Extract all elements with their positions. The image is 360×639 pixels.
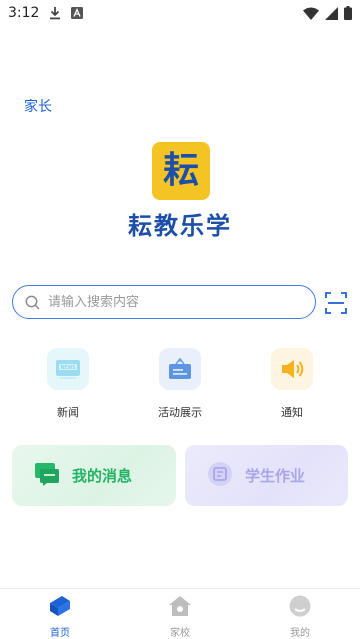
school-house-icon	[168, 595, 192, 621]
download-icon	[49, 6, 61, 20]
profile-icon	[288, 595, 312, 621]
search-icon	[25, 295, 40, 310]
homework-icon	[207, 461, 233, 491]
speaker-icon	[271, 348, 313, 390]
quick-action-label: 通知	[281, 406, 303, 419]
my-messages-card[interactable]: 我的消息	[12, 445, 176, 506]
nav-item-school[interactable]: 家校	[120, 589, 240, 639]
bottom-nav: 首页 家校 我的	[0, 588, 360, 639]
app-logo: 耘	[152, 142, 210, 200]
quick-action-news[interactable]: NEWS 新闻	[23, 348, 113, 420]
home-book-icon	[48, 595, 72, 621]
nav-label-profile: 我的	[290, 628, 310, 639]
quick-action-notice[interactable]: 通知	[247, 348, 337, 420]
chat-icon	[34, 462, 60, 490]
status-time: 3:12	[8, 5, 40, 21]
svg-text:NEWS: NEWS	[60, 365, 75, 371]
wifi-icon	[303, 7, 319, 20]
student-homework-label: 学生作业	[245, 467, 306, 485]
quick-action-activity[interactable]: 活动展示	[135, 348, 225, 420]
app-notification-icon	[71, 7, 84, 19]
scan-icon[interactable]	[325, 292, 347, 314]
app-title: 耘教乐学	[128, 212, 232, 240]
status-bar: 3:12	[0, 0, 360, 26]
nav-label-school: 家校	[170, 628, 190, 639]
app-screen: 3:12 家长 耘 耘教乐学 请输入搜索内容 NEWS 新闻 活动展示 通知 我…	[0, 0, 360, 639]
logo-char: 耘	[162, 150, 199, 191]
activity-board-icon	[159, 348, 201, 390]
battery-icon	[344, 6, 352, 20]
nav-label-home: 首页	[50, 628, 70, 639]
nav-item-profile[interactable]: 我的	[240, 589, 360, 639]
news-icon: NEWS	[47, 348, 89, 390]
quick-action-label: 新闻	[57, 406, 79, 419]
search-input[interactable]	[46, 293, 290, 311]
quick-action-label: 活动展示	[158, 406, 202, 419]
student-homework-card[interactable]: 学生作业	[185, 445, 348, 506]
my-messages-label: 我的消息	[72, 467, 133, 485]
nav-item-home[interactable]: 首页	[0, 589, 120, 639]
search-box[interactable]	[12, 285, 316, 319]
role-label: 家长	[24, 99, 52, 115]
signal-icon	[325, 6, 338, 20]
